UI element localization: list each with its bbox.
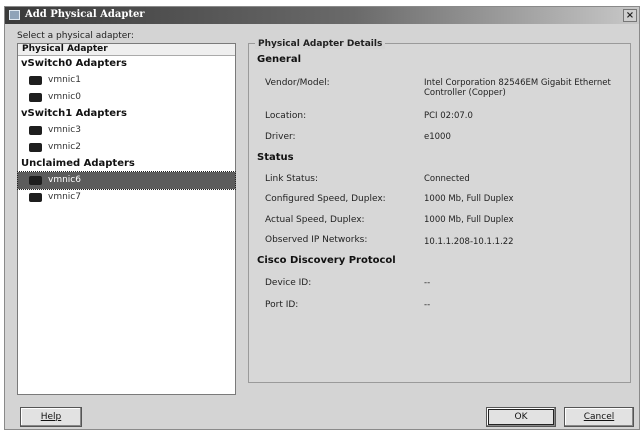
configured-speed-value: 1000 Mb, Full Duplex <box>424 194 514 204</box>
port-id-label: Port ID: <box>265 300 299 310</box>
observed-networks-label: Observed IP Networks: <box>265 235 368 245</box>
title-bar: Add Physical Adapter × <box>5 7 639 24</box>
add-physical-adapter-dialog: Add Physical Adapter × Select a physical… <box>4 6 640 430</box>
list-item-label: vmnic1 <box>48 75 81 85</box>
details-title: Physical Adapter Details <box>255 39 386 49</box>
adapter-details-panel: Physical Adapter Details General Vendor/… <box>248 39 631 383</box>
select-adapter-prompt: Select a physical adapter: <box>17 31 134 41</box>
network-adapter-icon <box>29 76 42 85</box>
list-item-label: vmnic0 <box>48 92 81 102</box>
close-icon[interactable]: × <box>623 9 637 22</box>
list-item-vmnic0[interactable]: vmnic0 <box>18 89 235 106</box>
list-item-vmnic1[interactable]: vmnic1 <box>18 72 235 89</box>
group-unclaimed: Unclaimed Adapters <box>21 158 135 169</box>
port-id-value: -- <box>424 300 431 310</box>
list-item-vmnic2[interactable]: vmnic2 <box>18 139 235 156</box>
configured-speed-label: Configured Speed, Duplex: <box>265 194 386 204</box>
vendor-label: Vendor/Model: <box>265 78 330 88</box>
network-adapter-icon <box>29 126 42 135</box>
list-column-header[interactable]: Physical Adapter <box>18 44 235 56</box>
observed-networks-value: 10.1.1.208-10.1.1.22 <box>424 237 514 247</box>
vendor-value: Intel Corporation 82546EM Gigabit Ethern… <box>424 78 611 98</box>
actual-speed-label: Actual Speed, Duplex: <box>265 215 365 225</box>
device-id-label: Device ID: <box>265 278 312 288</box>
driver-label: Driver: <box>265 132 296 142</box>
list-item-label: vmnic7 <box>48 192 81 202</box>
list-item-label: vmnic2 <box>48 142 81 152</box>
driver-value: e1000 <box>424 132 451 142</box>
list-item-vmnic7[interactable]: vmnic7 <box>18 189 235 206</box>
network-adapter-icon <box>29 193 42 202</box>
cdp-heading: Cisco Discovery Protocol <box>257 255 396 266</box>
location-value: PCI 02:07.0 <box>424 111 473 121</box>
list-item-vmnic3[interactable]: vmnic3 <box>18 122 235 139</box>
window-title: Add Physical Adapter <box>25 9 145 20</box>
list-item-label: vmnic6 <box>48 175 81 185</box>
ok-button[interactable]: OK <box>486 407 556 427</box>
link-status-label: Link Status: <box>265 174 319 184</box>
list-item-label: vmnic3 <box>48 125 81 135</box>
help-button[interactable]: Help <box>20 407 82 427</box>
network-adapter-icon <box>29 143 42 152</box>
network-adapter-icon <box>29 176 42 185</box>
adapter-list[interactable]: Physical Adapter vSwitch0 Adapters vmnic… <box>17 43 236 395</box>
device-id-value: -- <box>424 278 431 288</box>
location-label: Location: <box>265 111 307 121</box>
actual-speed-value: 1000 Mb, Full Duplex <box>424 215 514 225</box>
window-icon <box>9 10 20 20</box>
link-status-value: Connected <box>424 174 470 184</box>
group-vswitch1: vSwitch1 Adapters <box>21 108 127 119</box>
general-heading: General <box>257 54 301 65</box>
group-vswitch0: vSwitch0 Adapters <box>21 58 127 69</box>
status-heading: Status <box>257 152 294 163</box>
cancel-button[interactable]: Cancel <box>564 407 634 427</box>
list-item-vmnic6[interactable]: vmnic6 <box>17 171 236 190</box>
network-adapter-icon <box>29 93 42 102</box>
